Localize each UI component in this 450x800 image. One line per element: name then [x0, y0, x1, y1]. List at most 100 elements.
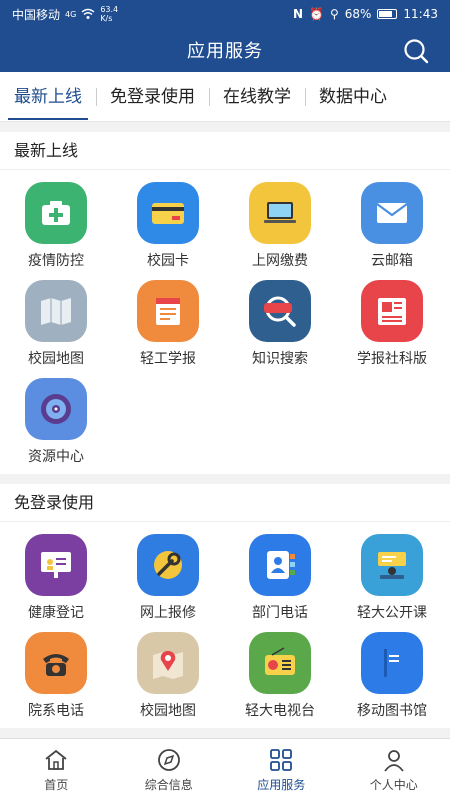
section-newest: 最新上线 疫情防控 校园卡 上网缴费 云邮箱 校园地图 轻工学报 知识搜索 学报社科版 资源中心: [0, 132, 450, 474]
battery-percent: 68%: [344, 7, 372, 21]
tab-data-center[interactable]: 数据中心: [305, 72, 401, 121]
status-bar: 中国移动 4G 63.4 K/s N ⏰ ⚲ 68% 11:43: [0, 0, 450, 28]
network-type: 4G: [65, 9, 77, 19]
nav-label: 个人中心: [369, 777, 418, 792]
nav-label: 首页: [44, 777, 69, 792]
app-item[interactable]: 网上报修: [112, 528, 224, 626]
map-pin-icon-glyph: [153, 651, 183, 679]
home-icon: [45, 749, 67, 770]
card-icon: [137, 182, 199, 244]
app-item[interactable]: 资源中心: [0, 372, 112, 470]
app-label: 轻大公开课: [357, 605, 427, 621]
presentation-icon-glyph: [41, 552, 71, 578]
mail-icon-glyph: [376, 203, 408, 223]
app-item[interactable]: 学报社科版: [336, 274, 448, 372]
app-label: 部门电话: [252, 605, 308, 621]
grid-icon: [270, 748, 293, 771]
disc-icon-glyph: [41, 394, 71, 424]
nav-apps[interactable]: 应用服务: [225, 739, 338, 800]
report-icon-glyph: [156, 298, 180, 325]
tab-newest[interactable]: 最新上线: [0, 72, 96, 121]
app-item[interactable]: 疫情防控: [0, 176, 112, 274]
section-no-login: 免登录使用 健康登记 网上报修 部门电话 轻大公开课 院系电话 校园地图 轻大电视台 移动图书…: [0, 484, 450, 728]
knowledge-search-icon-glyph: [264, 296, 296, 327]
repair-icon: [137, 534, 199, 596]
app-label: 院系电话: [28, 703, 84, 719]
app-label: 上网缴费: [252, 253, 308, 269]
app-item[interactable]: 健康登记: [0, 528, 112, 626]
disc-icon: [25, 378, 87, 440]
app-label: 云邮箱: [371, 253, 413, 269]
app-item[interactable]: 校园地图: [0, 274, 112, 372]
map-icon-glyph: [41, 298, 71, 325]
app-item[interactable]: 部门电话: [224, 528, 336, 626]
header: 应用服务: [0, 28, 450, 72]
lecture-icon-glyph: [378, 552, 406, 579]
app-label: 校园卡: [147, 253, 189, 269]
app-item[interactable]: 移动图书馆: [336, 626, 448, 724]
nav-profile[interactable]: 个人中心: [338, 739, 450, 800]
lecture-icon: [361, 534, 423, 596]
alarm-icon: ⏰: [308, 7, 324, 21]
nav-home[interactable]: 首页: [0, 739, 113, 800]
presentation-icon: [25, 534, 87, 596]
app-grid: 健康登记 网上报修 部门电话 轻大公开课院系电话 校园地图 轻大电视台 移动图书馆: [0, 522, 450, 728]
app-label: 知识搜索: [252, 351, 308, 367]
app-label: 校园地图: [28, 351, 84, 367]
carrier-name: 中国移动: [12, 7, 61, 22]
app-item[interactable]: 轻工学报: [112, 274, 224, 372]
status-left: 中国移动 4G 63.4 K/s: [12, 5, 122, 23]
app-item[interactable]: 院系电话: [0, 626, 112, 724]
laptop-icon: [249, 182, 311, 244]
card-icon-glyph: [152, 203, 184, 224]
app-label: 疫情防控: [28, 253, 84, 269]
page-title: 应用服务: [187, 41, 263, 62]
category-tabs: 最新上线 免登录使用 在线教学 数据中心: [0, 72, 450, 122]
app-label: 健康登记: [28, 605, 84, 621]
contacts-icon-glyph: [267, 551, 295, 579]
app-label: 轻大电视台: [245, 703, 315, 719]
knowledge-search-icon: [249, 280, 311, 342]
tab-online-teaching[interactable]: 在线教学: [209, 72, 305, 121]
nfc-icon: N: [292, 7, 303, 21]
nav-label: 应用服务: [257, 777, 306, 792]
status-right: N ⏰ ⚲ 68% 11:43: [293, 7, 438, 21]
network-speed: 63.4 K/s: [100, 5, 119, 23]
map-icon: [25, 280, 87, 342]
app-item[interactable]: 知识搜索: [224, 274, 336, 372]
app-item[interactable]: 上网缴费: [224, 176, 336, 274]
contacts-icon: [249, 534, 311, 596]
wifi-icon: [81, 8, 95, 19]
radio-icon-glyph: [265, 647, 295, 675]
report-icon: [137, 280, 199, 342]
mail-icon: [361, 182, 423, 244]
app-label: 学报社科版: [357, 351, 427, 367]
content-area[interactable]: 最新上线 疫情防控 校园卡 上网缴费 云邮箱 校园地图 轻工学报 知识搜索 学报社科版 资源中心…: [0, 122, 450, 738]
app-label: 轻工学报: [140, 351, 196, 367]
compass-icon: [157, 748, 180, 771]
nav-label: 综合信息: [144, 777, 193, 792]
telephone-icon-glyph: [43, 654, 69, 676]
telephone-icon: [25, 632, 87, 694]
app-item[interactable]: 校园卡: [112, 176, 224, 274]
map-pin-icon: [137, 632, 199, 694]
medical-kit-icon: [25, 182, 87, 244]
app-item[interactable]: 校园地图: [112, 626, 224, 724]
laptop-icon-glyph: [264, 202, 296, 223]
app-item[interactable]: 轻大电视台: [224, 626, 336, 724]
app-label: 网上报修: [140, 605, 196, 621]
search-icon[interactable]: [402, 37, 430, 65]
medical-kit-icon-glyph: [42, 201, 70, 225]
app-label: 校园地图: [140, 703, 196, 719]
app-grid: 疫情防控 校园卡 上网缴费 云邮箱校园地图 轻工学报 知识搜索 学报社科版资源中心: [0, 170, 450, 474]
radio-icon: [249, 632, 311, 694]
bottom-nav: 首页 综合信息 应用服务 个人中心: [0, 738, 450, 800]
app-item[interactable]: 云邮箱: [336, 176, 448, 274]
clock: 11:43: [403, 7, 438, 21]
tab-no-login[interactable]: 免登录使用: [96, 72, 209, 121]
nav-info[interactable]: 综合信息: [113, 739, 226, 800]
person-icon: [384, 749, 404, 772]
battery-icon: [377, 9, 398, 19]
app-item[interactable]: 轻大公开课: [336, 528, 448, 626]
newspaper-icon-glyph: [378, 298, 406, 325]
